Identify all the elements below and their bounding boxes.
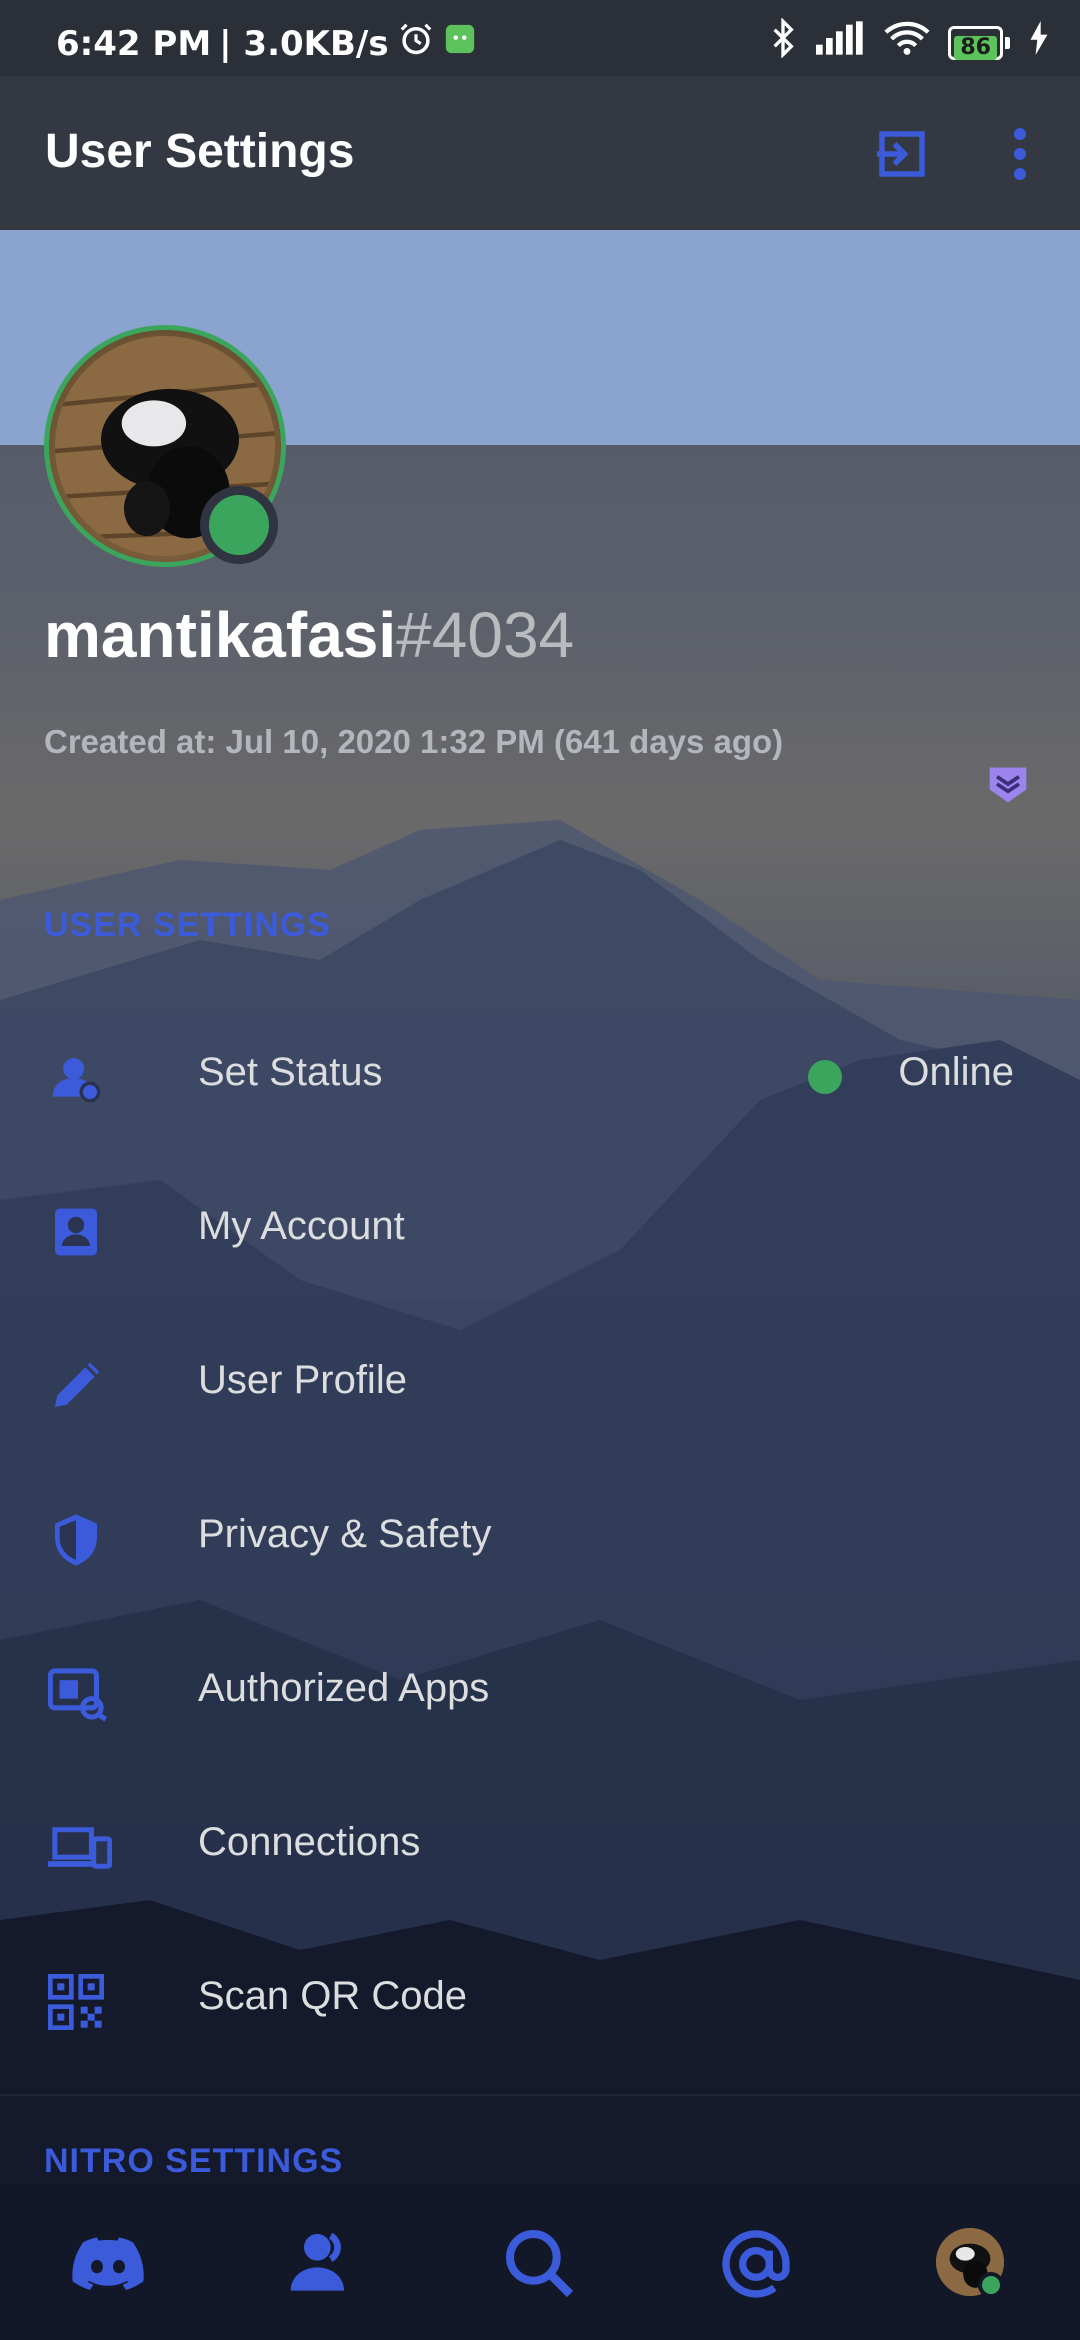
online-dot [808, 1060, 842, 1094]
menu-item-scan-qr-code[interactable]: Scan QR Code [0, 1924, 1080, 2074]
bluetooth-icon [768, 17, 798, 67]
alarm-icon [397, 20, 435, 67]
menu-item-label: Authorized Apps [198, 1666, 490, 1710]
wifi-icon [884, 20, 930, 65]
online-status-indicator [200, 486, 278, 564]
page-title: User Settings [45, 125, 355, 178]
status-value: Online [898, 1050, 1014, 1094]
menu-item-user-profile[interactable]: User Profile [0, 1308, 1080, 1458]
more-vertical-icon [1014, 128, 1026, 180]
devices-icon [48, 1820, 113, 1876]
signal-icon [816, 21, 866, 64]
username: mantikafasi#4034 [44, 598, 574, 672]
menu-item-label: Privacy & Safety [198, 1512, 492, 1556]
logout-icon [877, 131, 925, 177]
account-icon [48, 1204, 104, 1260]
username-name: mantikafasi [44, 599, 397, 671]
bottom-navigation [0, 2184, 1080, 2340]
nav-mentions-button[interactable] [716, 2224, 796, 2304]
qr-icon [48, 1974, 104, 2030]
menu-item-privacy-safety[interactable]: Privacy & Safety [0, 1462, 1080, 1612]
status-icon [48, 1050, 104, 1106]
nav-friends-button[interactable] [284, 2224, 364, 2304]
nav-home-button[interactable] [68, 2224, 148, 2304]
mentions-icon [722, 2230, 790, 2298]
network-speed: | 3.0KB/s [219, 23, 389, 64]
more-options-button[interactable] [1000, 124, 1040, 184]
nav-search-button[interactable] [500, 2224, 580, 2304]
battery-icon: 86 [948, 25, 1010, 60]
section-header-nitro-settings: NITRO SETTINGS [44, 2142, 344, 2180]
section-divider [0, 2094, 1080, 2096]
app-notification-icon [443, 22, 477, 65]
menu-item-label: Scan QR Code [198, 1974, 468, 2018]
username-discriminator: #4034 [396, 599, 575, 671]
hypesquad-icon [989, 767, 1027, 803]
account-created-text: Created at: Jul 10, 2020 1:32 PM (641 da… [44, 723, 784, 760]
menu-item-label: User Profile [198, 1358, 407, 1402]
menu-item-label: Connections [198, 1820, 421, 1864]
section-header-user-settings: USER SETTINGS [44, 906, 331, 944]
pencil-icon [48, 1358, 104, 1414]
system-status-bar: 6:42 PM | 3.0KB/s 86 [0, 0, 1080, 76]
menu-item-label: Set Status [198, 1050, 383, 1094]
apps-icon [47, 1666, 108, 1722]
nav-online-indicator [978, 2272, 1004, 2298]
search-icon [506, 2230, 574, 2298]
menu-item-set-status[interactable]: Set Status Online [0, 1000, 1080, 1150]
logout-button[interactable] [872, 124, 932, 184]
menu-item-label: My Account [198, 1204, 405, 1248]
charging-icon [1028, 21, 1050, 64]
menu-item-connections[interactable]: Connections [0, 1770, 1080, 1920]
hypesquad-badge[interactable] [986, 762, 1030, 806]
clock: 6:42 PM [56, 23, 212, 64]
discord-icon [72, 2237, 144, 2290]
battery-level: 86 [954, 35, 997, 60]
app-bar: User Settings [0, 76, 1080, 230]
shield-icon [48, 1512, 104, 1568]
menu-item-my-account[interactable]: My Account [0, 1154, 1080, 1304]
menu-item-authorized-apps[interactable]: Authorized Apps [0, 1616, 1080, 1766]
friends-icon [290, 2232, 344, 2291]
